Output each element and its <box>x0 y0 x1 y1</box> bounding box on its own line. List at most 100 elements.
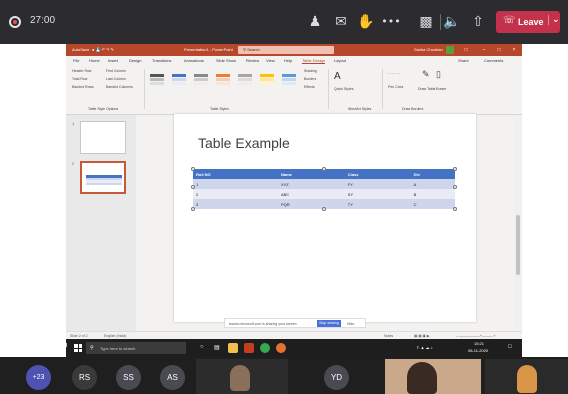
table-header-cell[interactable]: Div <box>410 169 455 179</box>
file-explorer-icon[interactable] <box>228 343 238 353</box>
leave-button[interactable]: ☏ Leave ⌄ <box>496 11 560 33</box>
mute-icon[interactable]: 🔈 <box>442 12 462 32</box>
task-view-icon[interactable]: ▤ <box>214 344 220 351</box>
draw-table-button[interactable]: Draw Table <box>418 87 435 91</box>
participant-overflow[interactable]: +23 <box>26 365 51 390</box>
table-cell[interactable]: 1 <box>193 179 278 189</box>
eraser-button[interactable]: Eraser <box>436 87 446 91</box>
participant-avatar[interactable]: SS <box>116 365 141 390</box>
tab-animations[interactable]: Animations <box>184 58 204 63</box>
table-style-thumb[interactable] <box>172 74 186 88</box>
tab-home[interactable]: Home <box>89 58 100 63</box>
table-cell[interactable]: B <box>410 189 455 199</box>
share-tray-icon[interactable]: ⇧ <box>468 12 488 32</box>
tab-design[interactable]: Design <box>129 58 141 63</box>
participant-video[interactable] <box>385 359 481 394</box>
tab-layout[interactable]: Layout <box>334 58 346 63</box>
option-banded-rows[interactable]: Banded Rows <box>72 85 94 89</box>
zoom-slider[interactable]: – ——————+——— + <box>456 334 495 338</box>
cortana-icon[interactable]: ○ <box>200 344 204 350</box>
powerpoint-app-icon[interactable] <box>244 343 254 353</box>
view-icons[interactable]: ▩ ▦ ▣ ▶ <box>414 334 430 338</box>
participant-video[interactable] <box>196 359 288 394</box>
table-header-cell[interactable]: Class <box>344 169 411 179</box>
resize-handle[interactable] <box>191 185 195 189</box>
participant-avatar[interactable]: AS <box>160 365 185 390</box>
quick-styles-button[interactable]: Quick Styles <box>334 87 353 91</box>
tab-help[interactable]: Help <box>284 58 292 63</box>
raise-hand-icon[interactable]: ✋ <box>356 12 376 32</box>
table-cell[interactable]: XYZ <box>277 179 345 189</box>
more-icon[interactable]: ••• <box>381 12 401 32</box>
table-cell[interactable]: C <box>410 199 455 209</box>
windows-start-icon[interactable] <box>74 344 82 352</box>
table-cell[interactable]: TY <box>344 199 411 209</box>
slide-canvas[interactable]: Table Example Roll NO Name Class Div 1 X… <box>174 114 476 322</box>
table-cell[interactable]: ABC <box>277 189 345 199</box>
hide-banner-button[interactable]: Hide <box>347 322 354 326</box>
tab-insert[interactable]: Insert <box>108 58 118 63</box>
table-header-cell[interactable]: Roll NO <box>193 169 278 179</box>
maximize-icon[interactable]: □ <box>495 46 503 54</box>
option-total-row[interactable]: Total Row <box>72 77 87 81</box>
participant-video[interactable] <box>485 359 568 394</box>
table-style-thumb[interactable] <box>150 74 164 88</box>
slide-thumbnail-1[interactable] <box>80 121 126 154</box>
slide-thumbnail-2[interactable] <box>80 161 126 194</box>
table-cell[interactable]: FY <box>344 179 411 189</box>
table-cell[interactable]: 3 <box>193 199 278 209</box>
quick-access-icons[interactable]: ● 💾 ↶ ↷ ✎ <box>92 47 114 52</box>
chat-icon[interactable]: ✉ <box>331 12 351 32</box>
tab-slide-show[interactable]: Slide Show <box>216 58 236 63</box>
slide-title[interactable]: Table Example <box>198 135 290 151</box>
table-style-thumb[interactable] <box>282 74 296 88</box>
resize-handle[interactable] <box>322 167 326 171</box>
firefox-icon[interactable] <box>276 343 286 353</box>
vertical-scrollbar[interactable] <box>514 115 522 331</box>
minimize-icon[interactable]: – <box>480 46 488 54</box>
option-last-column[interactable]: Last Column <box>106 77 126 81</box>
tab-view[interactable]: View <box>266 58 275 63</box>
notification-icon[interactable]: □ <box>508 344 512 350</box>
table-cell[interactable]: SY <box>344 189 411 199</box>
chrome-icon[interactable] <box>260 343 270 353</box>
resize-handle[interactable] <box>453 207 457 211</box>
table-cell[interactable]: PQR <box>277 199 345 209</box>
close-icon[interactable]: × <box>510 46 518 54</box>
table-style-thumb[interactable] <box>260 74 274 88</box>
tab-review[interactable]: Review <box>246 58 259 63</box>
slide-table[interactable]: Roll NO Name Class Div 1 XYZ FY A 2 ABC … <box>193 169 455 209</box>
ribbon-display-icon[interactable]: □ <box>462 46 470 54</box>
chevron-down-icon[interactable]: ⌄ <box>548 15 560 25</box>
table-style-thumb[interactable] <box>194 74 208 88</box>
tab-file[interactable]: File <box>73 58 79 63</box>
autosave-toggle[interactable]: AutoSave <box>72 47 89 52</box>
draw-table-icon[interactable]: ✎ <box>422 69 430 80</box>
pen-style-dropdown[interactable]: - - - - - - <box>388 71 400 75</box>
participants-icon[interactable]: ♟ <box>305 12 325 32</box>
notes-button[interactable]: Notes <box>384 334 393 338</box>
table-cell[interactable]: A <box>410 179 455 189</box>
table-header-cell[interactable]: Name <box>277 169 345 179</box>
pen-color-button[interactable]: Pen Color <box>388 85 404 89</box>
table-style-thumb[interactable] <box>238 74 252 88</box>
taskbar-search[interactable]: ⚲ Type here to search <box>86 342 186 354</box>
resize-handle[interactable] <box>191 167 195 171</box>
option-header-row[interactable]: Header Row <box>72 69 91 73</box>
wordart-icon[interactable]: A <box>334 71 341 82</box>
resize-handle[interactable] <box>191 207 195 211</box>
tab-table-design[interactable]: Table Design <box>302 58 326 64</box>
resize-handle[interactable] <box>453 167 457 171</box>
language-indicator[interactable]: English (India) <box>104 334 126 338</box>
option-banded-columns[interactable]: Banded Columns <box>106 85 133 89</box>
user-avatar[interactable] <box>446 46 454 54</box>
borders-button[interactable]: Borders <box>304 77 316 81</box>
resize-handle[interactable] <box>453 185 457 189</box>
user-name[interactable]: Sarika Chouhan <box>414 47 443 52</box>
search-box[interactable]: ⚲ Search <box>238 46 334 54</box>
eraser-icon[interactable]: ▯ <box>436 69 441 80</box>
shading-button[interactable]: Shading <box>304 69 317 73</box>
table-cell[interactable]: 2 <box>193 189 278 199</box>
comments-button[interactable]: Comments <box>484 58 503 63</box>
participant-avatar[interactable]: RS <box>72 365 97 390</box>
